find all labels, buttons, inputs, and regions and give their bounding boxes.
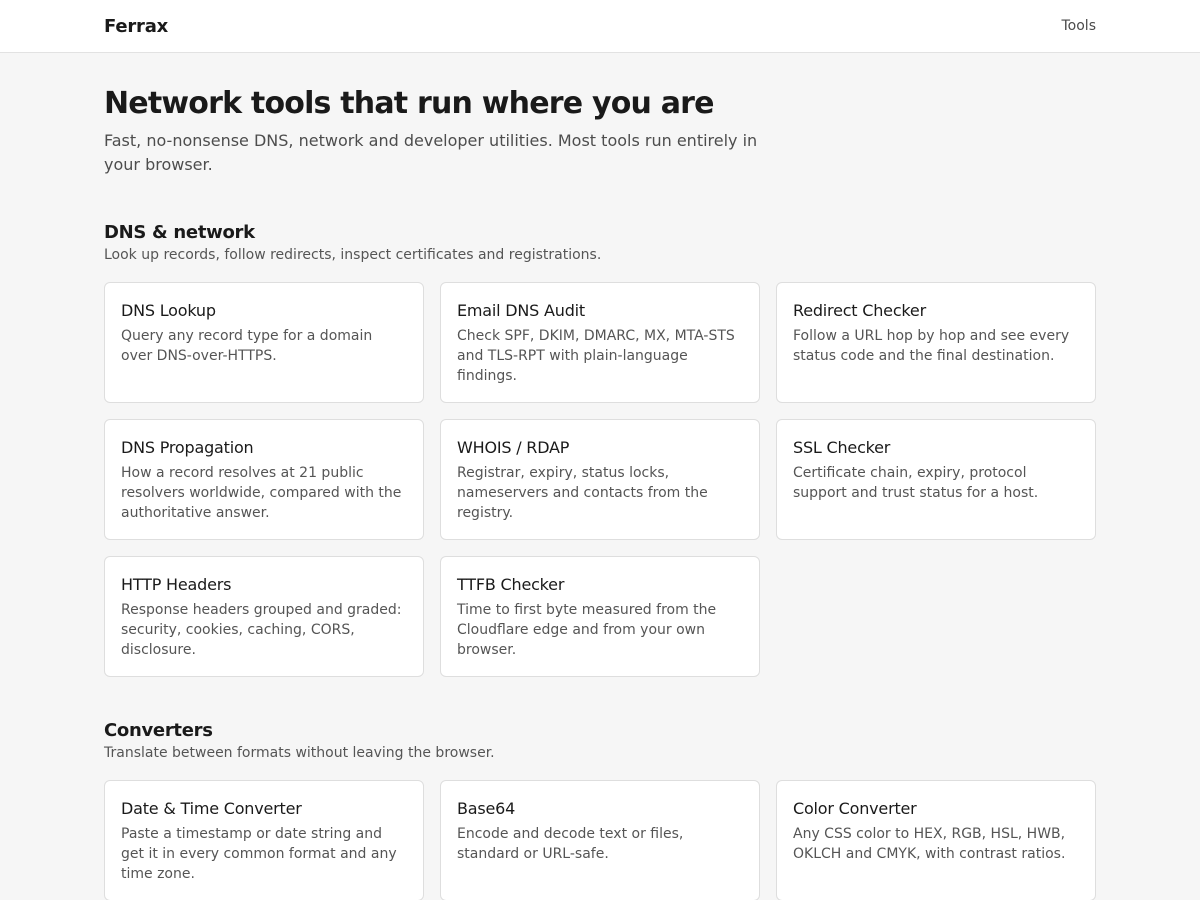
tool-card-redirect-checker[interactable]: Redirect Checker Follow a URL hop by hop…: [776, 282, 1096, 403]
card-description: How a record resolves at 21 public resol…: [121, 465, 402, 521]
card-title: WHOIS / RDAP: [457, 438, 570, 457]
page-subtitle: Fast, no-nonsense DNS, network and devel…: [104, 131, 758, 174]
card-title: Email DNS Audit: [457, 301, 585, 320]
hero: Network tools that run where you are Fas…: [104, 53, 1096, 177]
tool-grid: Date & Time Converter Paste a timestamp …: [104, 780, 1096, 900]
tool-card-whois-rdap[interactable]: WHOIS / RDAP Registrar, expiry, status l…: [440, 419, 760, 540]
tool-card-dns-propagation[interactable]: DNS Propagation How a record resolves at…: [104, 419, 424, 540]
tool-card-date-time-converter[interactable]: Date & Time Converter Paste a timestamp …: [104, 780, 424, 900]
card-description: Time to first byte measured from the Clo…: [457, 602, 717, 658]
tool-card-ttfb-checker[interactable]: TTFB Checker Time to first byte measured…: [440, 556, 760, 677]
card-title: DNS Lookup: [121, 301, 216, 320]
card-description: Check SPF, DKIM, DMARC, MX, MTA-STS and …: [457, 328, 735, 384]
section-description: Look up records, follow redirects, inspe…: [104, 247, 602, 263]
brand-logo-link[interactable]: Ferrax: [104, 16, 168, 37]
section-converters: Converters Translate between formats wit…: [104, 719, 1096, 900]
card-description: Query any record type for a domain over …: [121, 328, 373, 364]
card-description: Follow a URL hop by hop and see every st…: [793, 328, 1070, 364]
top-bar-inner: Ferrax Tools: [104, 0, 1096, 52]
card-description: Registrar, expiry, status locks, nameser…: [457, 465, 708, 521]
card-description: Paste a timestamp or date string and get…: [121, 826, 397, 882]
card-description: Response headers grouped and graded: sec…: [121, 602, 402, 658]
tool-card-color-converter[interactable]: Color Converter Any CSS color to HEX, RG…: [776, 780, 1096, 900]
tool-card-dns-lookup[interactable]: DNS Lookup Query any record type for a d…: [104, 282, 424, 403]
card-title: DNS Propagation: [121, 438, 254, 457]
tool-card-http-headers[interactable]: HTTP Headers Response headers grouped an…: [104, 556, 424, 677]
card-description: Encode and decode text or files, standar…: [457, 826, 684, 862]
tool-grid: DNS Lookup Query any record type for a d…: [104, 282, 1096, 677]
tool-card-email-dns-audit[interactable]: Email DNS Audit Check SPF, DKIM, DMARC, …: [440, 282, 760, 403]
section-title: Converters: [104, 720, 213, 741]
card-description: Any CSS color to HEX, RGB, HSL, HWB, OKL…: [793, 826, 1066, 862]
tool-card-base64[interactable]: Base64 Encode and decode text or files, …: [440, 780, 760, 900]
card-title: Color Converter: [793, 799, 917, 818]
section-description: Translate between formats without leavin…: [104, 745, 495, 761]
tool-card-ssl-checker[interactable]: SSL Checker Certificate chain, expiry, p…: [776, 419, 1096, 540]
card-title: Redirect Checker: [793, 301, 926, 320]
card-description: Certificate chain, expiry, protocol supp…: [793, 465, 1039, 501]
top-bar: Ferrax Tools: [0, 0, 1200, 53]
page-title: Network tools that run where you are: [104, 86, 715, 121]
card-title: TTFB Checker: [457, 575, 565, 594]
nav-link-tools[interactable]: Tools: [1062, 18, 1097, 34]
card-title: SSL Checker: [793, 438, 891, 457]
section-dns-network: DNS & network Look up records, follow re…: [104, 221, 1096, 677]
card-title: HTTP Headers: [121, 575, 232, 594]
main-content: Network tools that run where you are Fas…: [104, 53, 1096, 900]
card-title: Date & Time Converter: [121, 799, 302, 818]
section-title: DNS & network: [104, 222, 255, 243]
card-title: Base64: [457, 799, 516, 818]
